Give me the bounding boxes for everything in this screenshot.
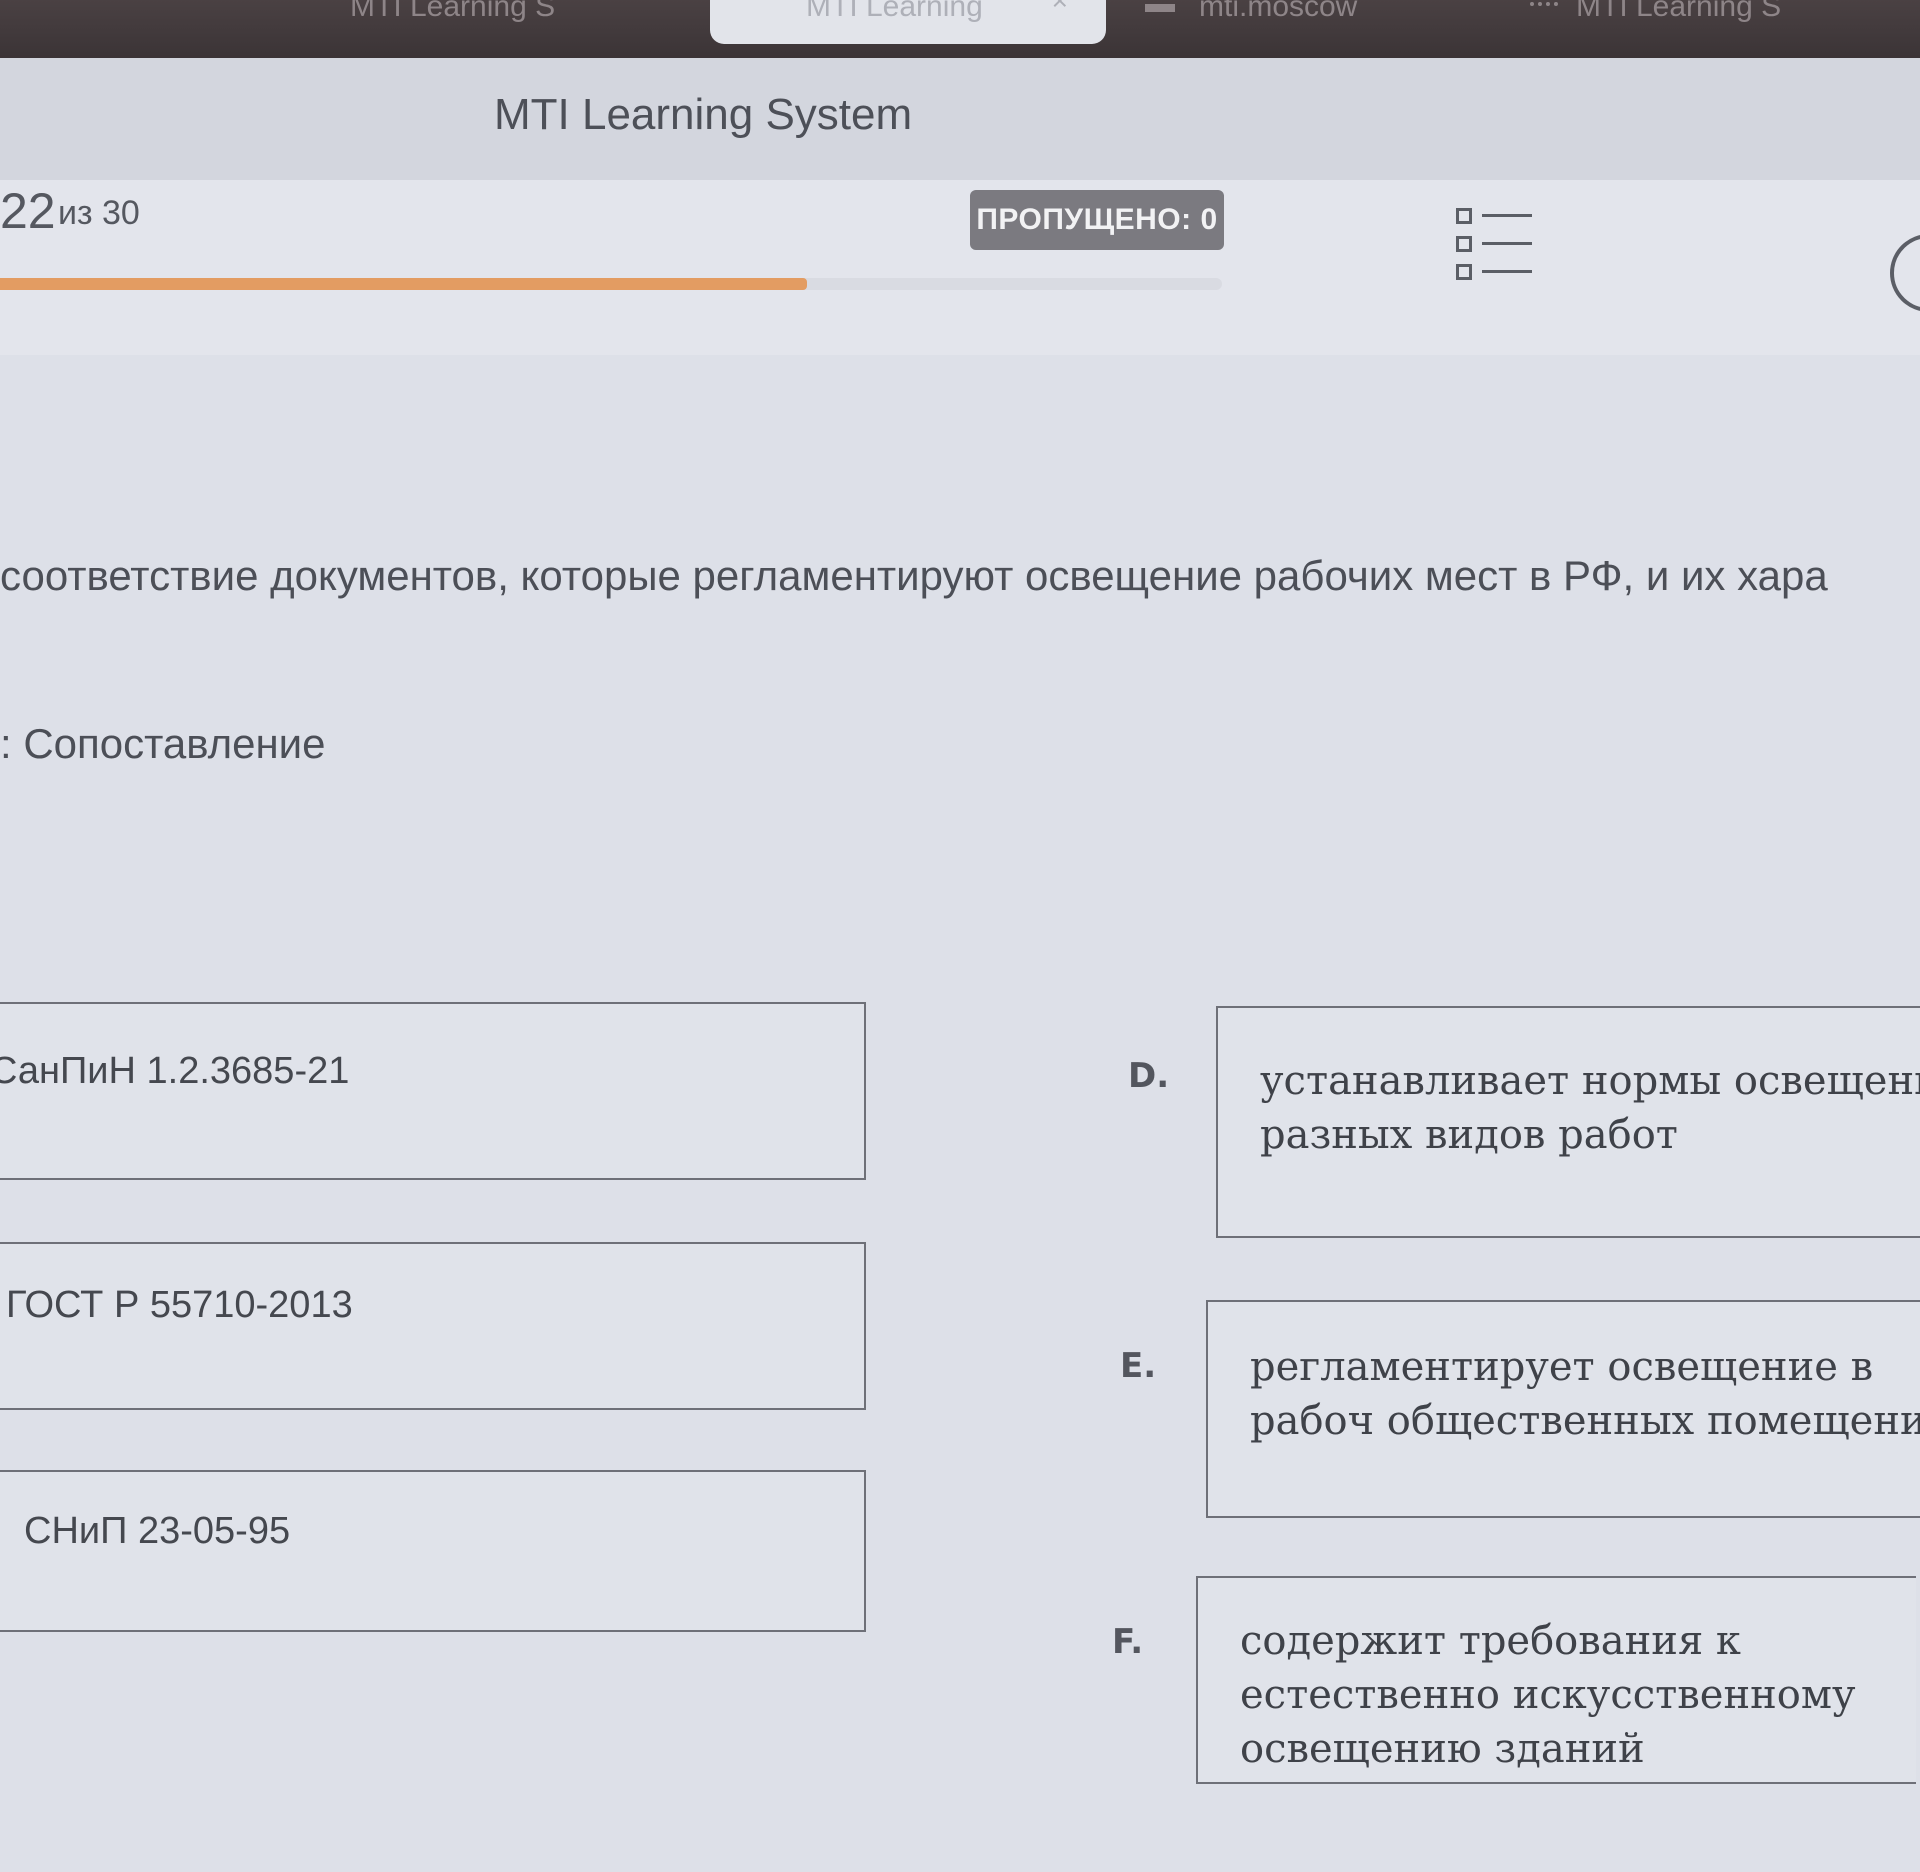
- favicon-icon: [1530, 2, 1558, 14]
- match-left-item[interactable]: ГОСТ Р 55710-2013: [0, 1242, 866, 1410]
- total-questions-label: из 30: [58, 194, 140, 232]
- list-icon-row: [1450, 236, 1540, 252]
- match-right-letter: D.: [1128, 1056, 1170, 1096]
- list-icon-row: [1450, 208, 1540, 224]
- list-icon-row: [1450, 264, 1540, 280]
- tab-label: MTI Learning S: [1576, 0, 1782, 23]
- browser-tab-active[interactable]: MTI Learning ×: [710, 0, 1106, 44]
- list-icon-square: [1456, 236, 1472, 252]
- match-right-item[interactable]: регламентирует освещение в рабоч обществ…: [1206, 1300, 1920, 1518]
- list-icon-line: [1482, 214, 1532, 217]
- tab-label: MTI Learning S: [350, 0, 556, 23]
- browser-tab[interactable]: MTI Learning S: [350, 0, 650, 44]
- match-left-label: ГОСТ Р 55710-2013: [6, 1284, 353, 1326]
- skipped-badge[interactable]: ПРОПУЩЕНО: 0: [970, 190, 1224, 250]
- browser-tab-bar: MTI Learning S MTI Learning × mti.moscow…: [0, 0, 1920, 58]
- match-right-item[interactable]: содержит требования к естественно искусс…: [1196, 1576, 1916, 1784]
- match-right-letter: F.: [1112, 1622, 1144, 1662]
- match-right-item[interactable]: устанавливает нормы освещения разных вид…: [1216, 1006, 1920, 1238]
- list-icon-line: [1482, 242, 1532, 245]
- quiz-status-bar: 22 из 30 ПРОПУЩЕНО: 0: [0, 180, 1920, 355]
- browser-tab[interactable]: mti.moscow: [1145, 0, 1445, 44]
- progress-bar-fill: [0, 278, 807, 290]
- match-left-item[interactable]: СНиП 23-05-95: [0, 1470, 866, 1632]
- list-icon-square: [1456, 264, 1472, 280]
- progress-bar: [0, 278, 1222, 290]
- app-header: MTI Learning System: [0, 58, 1920, 180]
- close-icon[interactable]: ×: [1052, 0, 1068, 15]
- question-text: соответствие документов, которые регламе…: [0, 552, 1828, 599]
- favicon-icon: [1145, 4, 1175, 12]
- list-icon-line: [1482, 270, 1532, 273]
- match-right-text: устанавливает нормы освещения разных вид…: [1260, 1058, 1920, 1158]
- current-question-number: 22: [0, 183, 56, 239]
- list-icon-square: [1456, 208, 1472, 224]
- app-title: MTI Learning System: [494, 90, 913, 139]
- question-type-label: : Сопоставление: [0, 720, 326, 767]
- match-right-text: содержит требования к естественно искусс…: [1240, 1618, 1856, 1772]
- match-right-text: регламентирует освещение в рабоч обществ…: [1250, 1344, 1920, 1444]
- match-left-label: СНиП 23-05-95: [24, 1510, 291, 1552]
- list-icon[interactable]: [1450, 204, 1540, 284]
- browser-tab[interactable]: MTI Learning S: [1530, 0, 1920, 44]
- match-right-letter: E.: [1120, 1346, 1157, 1386]
- match-left-label: СанПиН 1.2.3685-21: [0, 1050, 350, 1092]
- tab-label: MTI Learning: [806, 0, 983, 23]
- match-left-item[interactable]: СанПиН 1.2.3685-21: [0, 1002, 866, 1180]
- clock-icon[interactable]: [1890, 234, 1920, 312]
- tab-label: mti.moscow: [1199, 0, 1358, 23]
